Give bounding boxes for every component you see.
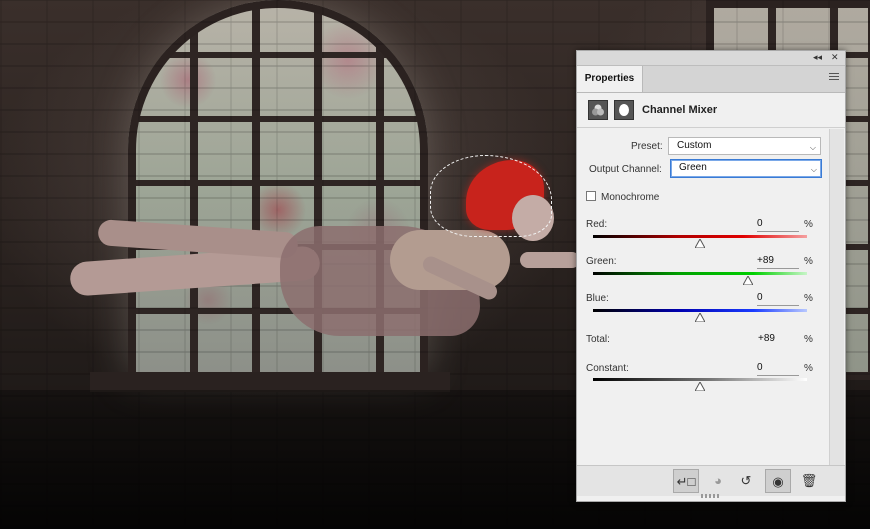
red-label: Red: [586,219,608,230]
eye-icon: ◉ [772,474,784,489]
output-channel-select[interactable]: Green ⌵ [670,159,822,178]
channel-mixer-icon[interactable] [588,100,608,120]
blue-slider-track[interactable] [593,309,807,312]
constant-slider-track[interactable] [593,378,807,381]
red-value-input[interactable]: 0 [757,217,799,232]
constant-percent: % [804,363,813,374]
preset-select[interactable]: Custom ⌵ [668,137,821,155]
panel-bottom-toolbar: ↵□ ◕ ↺ ◉ 🗑 [577,465,845,496]
view-previous-state-button[interactable]: ◕ [705,469,731,493]
constant-slider-thumb[interactable] [695,382,705,391]
panel-scrollbar[interactable] [829,129,844,465]
clip-to-layer-button[interactable]: ↵□ [673,469,699,493]
green-label: Green: [586,256,617,267]
window-sill [90,372,450,392]
view-previous-state-icon: ◕ [714,473,722,488]
monochrome-checkbox[interactable] [586,191,596,201]
toggle-visibility-button[interactable]: ◉ [765,469,791,493]
total-label: Total: [586,334,610,345]
delete-button[interactable]: 🗑 [796,469,822,493]
layer-mask-icon[interactable] [614,100,634,120]
close-icon[interactable]: ✕ [831,52,839,63]
output-channel-label: Output Channel: [589,164,662,175]
panel-resize-grip[interactable] [701,494,721,498]
blue-percent: % [804,293,813,304]
fairy-arm-extended [520,252,580,268]
monochrome-label: Monochrome [601,192,660,203]
trash-icon: 🗑 [800,473,818,488]
tab-properties[interactable]: Properties [577,66,643,92]
chevron-down-icon: ⌵ [809,143,816,152]
green-slider-thumb[interactable] [742,276,753,285]
adjustment-header: Channel Mixer [577,93,845,128]
properties-panel: ◂◂ ✕ Properties Channel Mixer Preset: Cu… [576,50,846,502]
green-slider-track[interactable] [593,272,807,275]
red-slider-thumb[interactable] [695,239,705,248]
green-value-input[interactable]: +89 [757,254,799,269]
double-chevron-right-icon[interactable]: ◂◂ [813,52,822,63]
total-percent: % [804,334,813,345]
output-channel-value: Green [679,162,707,173]
hamburger-menu-icon[interactable] [829,73,839,83]
green-percent: % [804,256,813,267]
red-slider-track[interactable] [593,235,807,238]
adjustment-title: Channel Mixer [642,104,718,116]
red-percent: % [804,219,813,230]
clip-to-layer-icon: ↵□ [676,474,696,489]
panel-tab-row: Properties [577,66,845,93]
panel-top-strip: ◂◂ ✕ [577,51,845,66]
reset-button[interactable]: ↺ [733,469,759,493]
preset-value: Custom [677,140,712,151]
blue-slider-thumb[interactable] [695,313,705,322]
constant-label: Constant: [586,363,629,374]
total-value: +89 [758,333,775,344]
reset-icon: ↺ [740,473,752,488]
constant-value-input[interactable]: 0 [757,361,799,376]
preset-label: Preset: [631,141,663,152]
blue-label: Blue: [586,293,609,304]
chevron-down-icon: ⌵ [810,165,817,174]
blue-value-input[interactable]: 0 [757,291,799,306]
